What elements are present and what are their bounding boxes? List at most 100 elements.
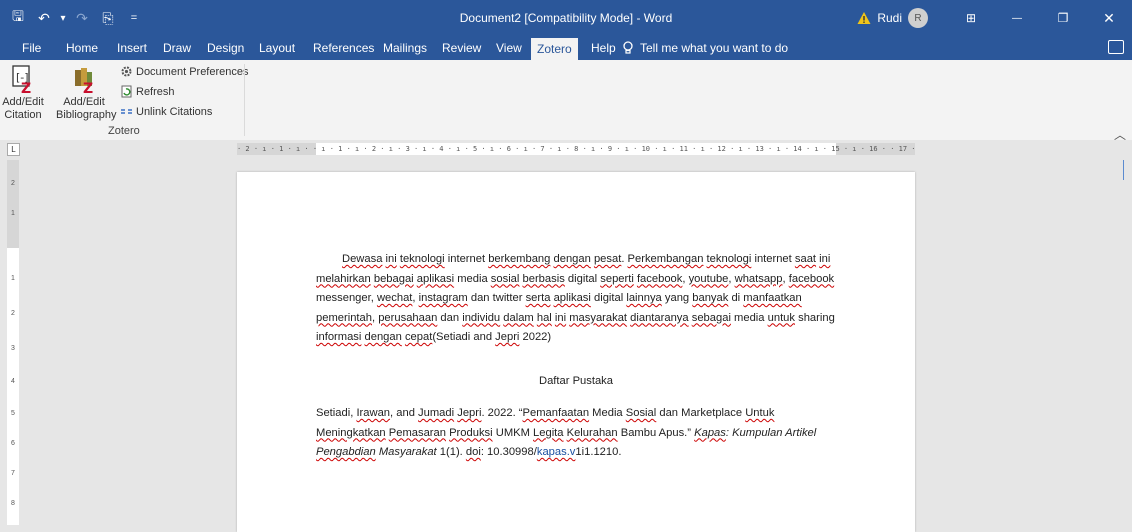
tab-references[interactable]: References bbox=[313, 36, 374, 60]
spellcheck-word: saat bbox=[794, 253, 817, 265]
spellcheck-word: Jumadi bbox=[418, 407, 455, 419]
text-run: digital bbox=[564, 272, 601, 285]
spellcheck-word: Jepri bbox=[457, 407, 482, 419]
vruler-label: 8 bbox=[11, 500, 15, 507]
tab-review[interactable]: Review bbox=[442, 36, 481, 60]
add-edit-citation-button[interactable]: [-] Z Add/Edit Citation bbox=[2, 64, 44, 122]
spellcheck-word: Kelurahan bbox=[566, 426, 618, 439]
spellcheck-word: bebagai bbox=[373, 272, 414, 285]
text-run: media bbox=[730, 311, 768, 324]
tab-mailings[interactable]: Mailings bbox=[383, 36, 427, 60]
vertical-ruler[interactable]: 2 1 1 2 3 4 5 6 7 8 bbox=[7, 160, 19, 525]
text-run: . 2022. “ bbox=[481, 407, 523, 419]
vruler-label: 2 bbox=[11, 310, 15, 317]
spellcheck-word: melahirkan bbox=[316, 272, 371, 285]
minimize-icon[interactable]: — bbox=[994, 0, 1040, 36]
text-run: messenger, bbox=[316, 292, 377, 304]
spellcheck-word: teknologi bbox=[399, 253, 445, 265]
vruler-label: 5 bbox=[11, 410, 15, 417]
spellcheck-word: teknologi bbox=[706, 253, 752, 265]
text-run: yang bbox=[661, 292, 693, 304]
unlink-icon bbox=[121, 109, 132, 114]
unlink-citations-label: Unlink Citations bbox=[136, 105, 213, 118]
tab-selector[interactable]: L bbox=[7, 143, 20, 156]
unlink-citations-button[interactable]: Unlink Citations bbox=[120, 105, 212, 118]
text-run: : 10.30998/ bbox=[480, 446, 537, 458]
ruler-scale: · 2 · ı · 1 · ı · · ı · 1 · ı · 2 · ı · … bbox=[237, 145, 915, 153]
gear-icon bbox=[121, 66, 132, 77]
title-bar-right: Rudi R ⊞ — ❐ ✕ bbox=[857, 0, 1132, 36]
text-run: sharing bbox=[795, 311, 835, 324]
horizontal-ruler[interactable]: · 2 · ı · 1 · ı · · ı · 1 · ı · 2 · ı · … bbox=[237, 143, 915, 155]
refresh-icon bbox=[121, 85, 132, 98]
spellcheck-word: masyarakat bbox=[569, 311, 628, 324]
tab-design[interactable]: Design bbox=[207, 36, 244, 60]
tab-help[interactable]: Help bbox=[591, 36, 616, 60]
ribbon-display-options-icon[interactable]: ⊞ bbox=[948, 0, 994, 36]
spellcheck-word: Irawan bbox=[356, 407, 391, 419]
vruler-label: 4 bbox=[11, 378, 15, 385]
add-edit-bibliography-button[interactable]: Z Add/Edit Bibliography bbox=[56, 64, 117, 122]
comments-icon[interactable] bbox=[1108, 40, 1124, 54]
scrollbar-handle[interactable] bbox=[1123, 160, 1132, 180]
citation-icon: [-] Z bbox=[12, 65, 31, 94]
refresh-button[interactable]: Refresh bbox=[120, 85, 175, 98]
text-run: dan bbox=[437, 311, 463, 324]
spellcheck-word: Jepri bbox=[495, 331, 520, 343]
tab-view[interactable]: View bbox=[496, 36, 522, 60]
group-label-zotero: Zotero bbox=[108, 125, 140, 137]
svg-text:Z: Z bbox=[21, 81, 31, 94]
spellcheck-word: whatsapp bbox=[734, 272, 783, 285]
text-run: Setiadi, bbox=[316, 407, 357, 419]
tab-file[interactable]: File bbox=[22, 36, 41, 60]
text-run: media bbox=[454, 272, 491, 285]
spellcheck-word: dengan bbox=[553, 253, 591, 265]
close-icon[interactable]: ✕ bbox=[1086, 0, 1132, 36]
text-run: 1i1.1210. bbox=[575, 446, 622, 458]
add-edit-bibliography-label-2: Bibliography bbox=[56, 109, 117, 121]
spellcheck-word: Kapas bbox=[694, 426, 726, 439]
spellcheck-word: instagram bbox=[418, 292, 468, 304]
vruler-label: 3 bbox=[11, 345, 15, 352]
spellcheck-word: informasi bbox=[316, 331, 362, 343]
restore-icon[interactable]: ❐ bbox=[1040, 0, 1086, 36]
document-page[interactable]: Dewasa ini teknologi internet berkembang… bbox=[237, 172, 915, 532]
text-run: internet bbox=[751, 253, 795, 265]
spellcheck-word: pesat bbox=[593, 253, 622, 265]
tab-insert[interactable]: Insert bbox=[117, 36, 147, 60]
body-paragraph[interactable]: Dewasa ini teknologi internet berkembang… bbox=[316, 250, 836, 348]
spellcheck-word: dengan bbox=[364, 331, 402, 343]
spellcheck-word: cepat bbox=[404, 331, 433, 343]
document-preferences-label: Document Preferences bbox=[136, 65, 249, 78]
spellcheck-word: pemerintah bbox=[316, 311, 372, 324]
add-edit-citation-label-2: Citation bbox=[4, 109, 42, 121]
tab-zotero[interactable]: Zotero bbox=[531, 38, 578, 60]
avatar[interactable]: R bbox=[908, 8, 928, 28]
spellcheck-word: manfaatkan bbox=[743, 292, 802, 304]
document-preferences-button[interactable]: Document Preferences bbox=[120, 65, 249, 78]
tab-home[interactable]: Home bbox=[66, 36, 98, 60]
group-separator bbox=[244, 64, 245, 136]
text-run: Media bbox=[589, 407, 626, 419]
spellcheck-word: sebagai bbox=[691, 311, 731, 324]
spellcheck-word: ini bbox=[385, 253, 397, 265]
spellcheck-word: ini bbox=[819, 253, 831, 265]
ribbon-zotero: [-] Z Add/Edit Citation Z Add/Edit Bibli… bbox=[0, 60, 1132, 142]
tell-me-placeholder: Tell me what you want to do bbox=[640, 41, 789, 55]
ruler-row: L · 2 · ı · 1 · ı · · ı · 1 · ı · 2 · ı … bbox=[0, 140, 1132, 158]
bibliography-heading[interactable]: Daftar Pustaka bbox=[237, 375, 915, 387]
spellcheck-word: Pemanfaatan bbox=[522, 407, 590, 419]
bibliography-entry[interactable]: Setiadi, Irawan, and Jumadi Jepri. 2022.… bbox=[316, 404, 836, 463]
tell-me-search[interactable]: Tell me what you want to do bbox=[622, 36, 788, 60]
warning-icon[interactable] bbox=[857, 11, 871, 25]
user-name[interactable]: Rudi bbox=[877, 11, 902, 25]
tab-draw[interactable]: Draw bbox=[163, 36, 191, 60]
spellcheck-word: Perkembangan bbox=[627, 253, 704, 265]
spellcheck-word: berkembang bbox=[488, 253, 551, 265]
spellcheck-word: dalam bbox=[503, 311, 534, 324]
text-run: dan Marketplace bbox=[656, 407, 746, 419]
spellcheck-word: aplikasi bbox=[553, 292, 591, 304]
tab-layout[interactable]: Layout bbox=[259, 36, 295, 60]
spellcheck-word: ini bbox=[554, 311, 567, 324]
title-bar: 🖫 ↶ ▾ ↷ ⎘ = Document2 [Compatibility Mod… bbox=[0, 0, 1132, 36]
